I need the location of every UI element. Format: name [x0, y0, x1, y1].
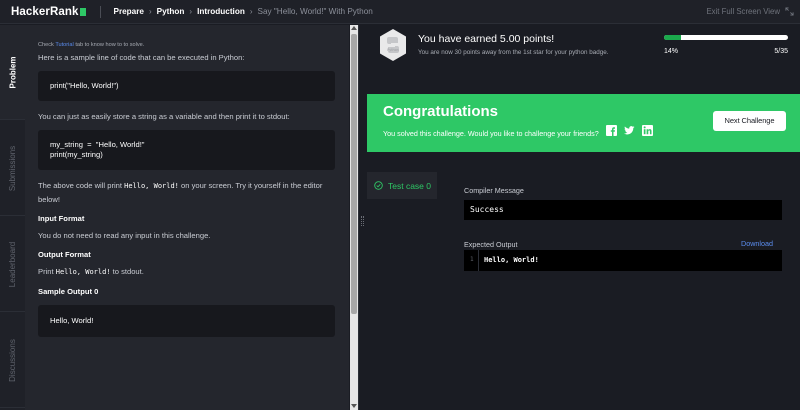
vertical-tab-bar: Problem Submissions Leaderboard Discussi…: [0, 25, 25, 410]
logo-text: HackerRank: [11, 5, 79, 18]
tab-leaderboard[interactable]: Leaderboard: [0, 217, 25, 312]
tutorial-link[interactable]: Tutorial: [55, 42, 73, 48]
logo-square-icon: [80, 7, 87, 16]
expected-output-text: Hello, World!: [484, 256, 539, 264]
variable-paragraph: You can just as easily store a string as…: [38, 112, 290, 121]
output-text: Print: [38, 267, 56, 276]
sample-output-block: Hello, World!: [38, 305, 335, 337]
next-challenge-button[interactable]: Next Challenge: [713, 111, 786, 131]
points-banner: Python You have earned 5.00 points! You …: [367, 25, 800, 75]
output-format-text: Print Hello, World! to stdout.: [38, 265, 335, 279]
problem-panel: Check Tutorial tab to know how to to sol…: [25, 25, 349, 410]
congratulations-subtitle: You solved this challenge. Would you lik…: [383, 129, 599, 138]
chevron-right-icon: ›: [189, 7, 193, 16]
problem-scrollbar[interactable]: [350, 25, 358, 410]
tab-discussions-label: Discussions: [8, 338, 17, 382]
progress-fill: [664, 35, 682, 40]
linkedin-icon[interactable]: [642, 125, 653, 136]
top-bar: HackerRank Prepare › Python › Introducti…: [0, 0, 800, 24]
tab-discussions[interactable]: Discussions: [0, 313, 25, 408]
intro-paragraph: Here is a sample line of code that can b…: [38, 53, 245, 62]
scroll-up-icon[interactable]: [351, 26, 357, 30]
breadcrumb-current: Say "Hello, World!" With Python: [257, 7, 373, 16]
hint-text-end: tab to know how to to solve.: [73, 42, 145, 48]
tutorial-hint: Check Tutorial tab to know how to to sol…: [38, 40, 335, 50]
compiler-message-label: Compiler Message: [464, 186, 524, 195]
chevron-right-icon: ›: [249, 7, 253, 16]
check-circle-icon: [374, 181, 383, 190]
input-format-heading: Input Format: [38, 214, 85, 223]
test-case-tab[interactable]: Test case 0: [367, 172, 437, 199]
progress-count: 5/35: [774, 48, 788, 55]
expected-output-box: 1 Hello, World!: [464, 250, 782, 271]
tab-leaderboard-label: Leaderboard: [8, 241, 17, 287]
hackerrank-logo[interactable]: HackerRank: [11, 5, 87, 18]
inline-code: Hello, World!: [55, 268, 111, 276]
progress-percent: 14%: [664, 48, 679, 55]
explanation-paragraph: The above code will print Hello, World! …: [38, 179, 335, 206]
tab-submissions[interactable]: Submissions: [0, 121, 25, 216]
points-subtitle: You are now 30 points away from the 1st …: [418, 49, 609, 56]
gutter-divider: [478, 250, 479, 271]
result-panel: Python You have earned 5.00 points! You …: [367, 25, 800, 410]
download-link[interactable]: Download: [741, 239, 773, 248]
python-badge-icon: Python: [380, 29, 406, 61]
expand-icon[interactable]: [785, 7, 794, 16]
line-number: 1: [470, 256, 474, 263]
inline-code: Hello, World!: [124, 182, 179, 190]
test-case-label: Test case 0: [388, 180, 431, 191]
congratulations-title: Congratulations: [383, 103, 498, 120]
badge-label: Python: [387, 48, 398, 52]
scroll-down-icon[interactable]: [351, 404, 357, 408]
twitter-icon[interactable]: [624, 125, 635, 136]
hint-text: Check: [38, 42, 56, 48]
scrollbar-thumb[interactable]: [351, 34, 357, 314]
compiler-message-box: Success: [464, 200, 782, 220]
code-sample-2: my_string = "Hello, World!" print(my_str…: [38, 130, 335, 170]
tab-problem-label: Problem: [8, 55, 18, 89]
breadcrumb: Prepare › Python › Introduction › Say "H…: [113, 7, 372, 16]
drag-handle-icon[interactable]: [361, 216, 364, 226]
badge-progress-bar: [664, 35, 788, 40]
tab-submissions-label: Submissions: [8, 145, 18, 191]
code-sample-1: print("Hello, World!"): [38, 71, 335, 101]
tab-problem[interactable]: Problem: [0, 25, 25, 120]
breadcrumb-prepare[interactable]: Prepare: [113, 7, 144, 16]
header-divider: [100, 5, 102, 18]
output-text-end: to stdout.: [110, 267, 144, 276]
input-format-text: You do not need to read any input in thi…: [38, 231, 211, 240]
facebook-icon[interactable]: [606, 125, 617, 136]
output-format-heading: Output Format: [38, 250, 91, 259]
sample-output-heading: Sample Output 0: [38, 287, 99, 296]
chevron-right-icon: ›: [148, 7, 152, 16]
explanation-text: The above code will print: [38, 181, 125, 190]
exit-fullscreen-link[interactable]: Exit Full Screen View: [706, 7, 780, 16]
expected-output-label: Expected Output: [464, 240, 518, 249]
breadcrumb-python[interactable]: Python: [157, 7, 185, 16]
breadcrumb-introduction[interactable]: Introduction: [197, 7, 245, 16]
points-title: You have earned 5.00 points!: [418, 33, 555, 45]
congratulations-banner: Congratulations You solved this challeng…: [367, 94, 800, 152]
